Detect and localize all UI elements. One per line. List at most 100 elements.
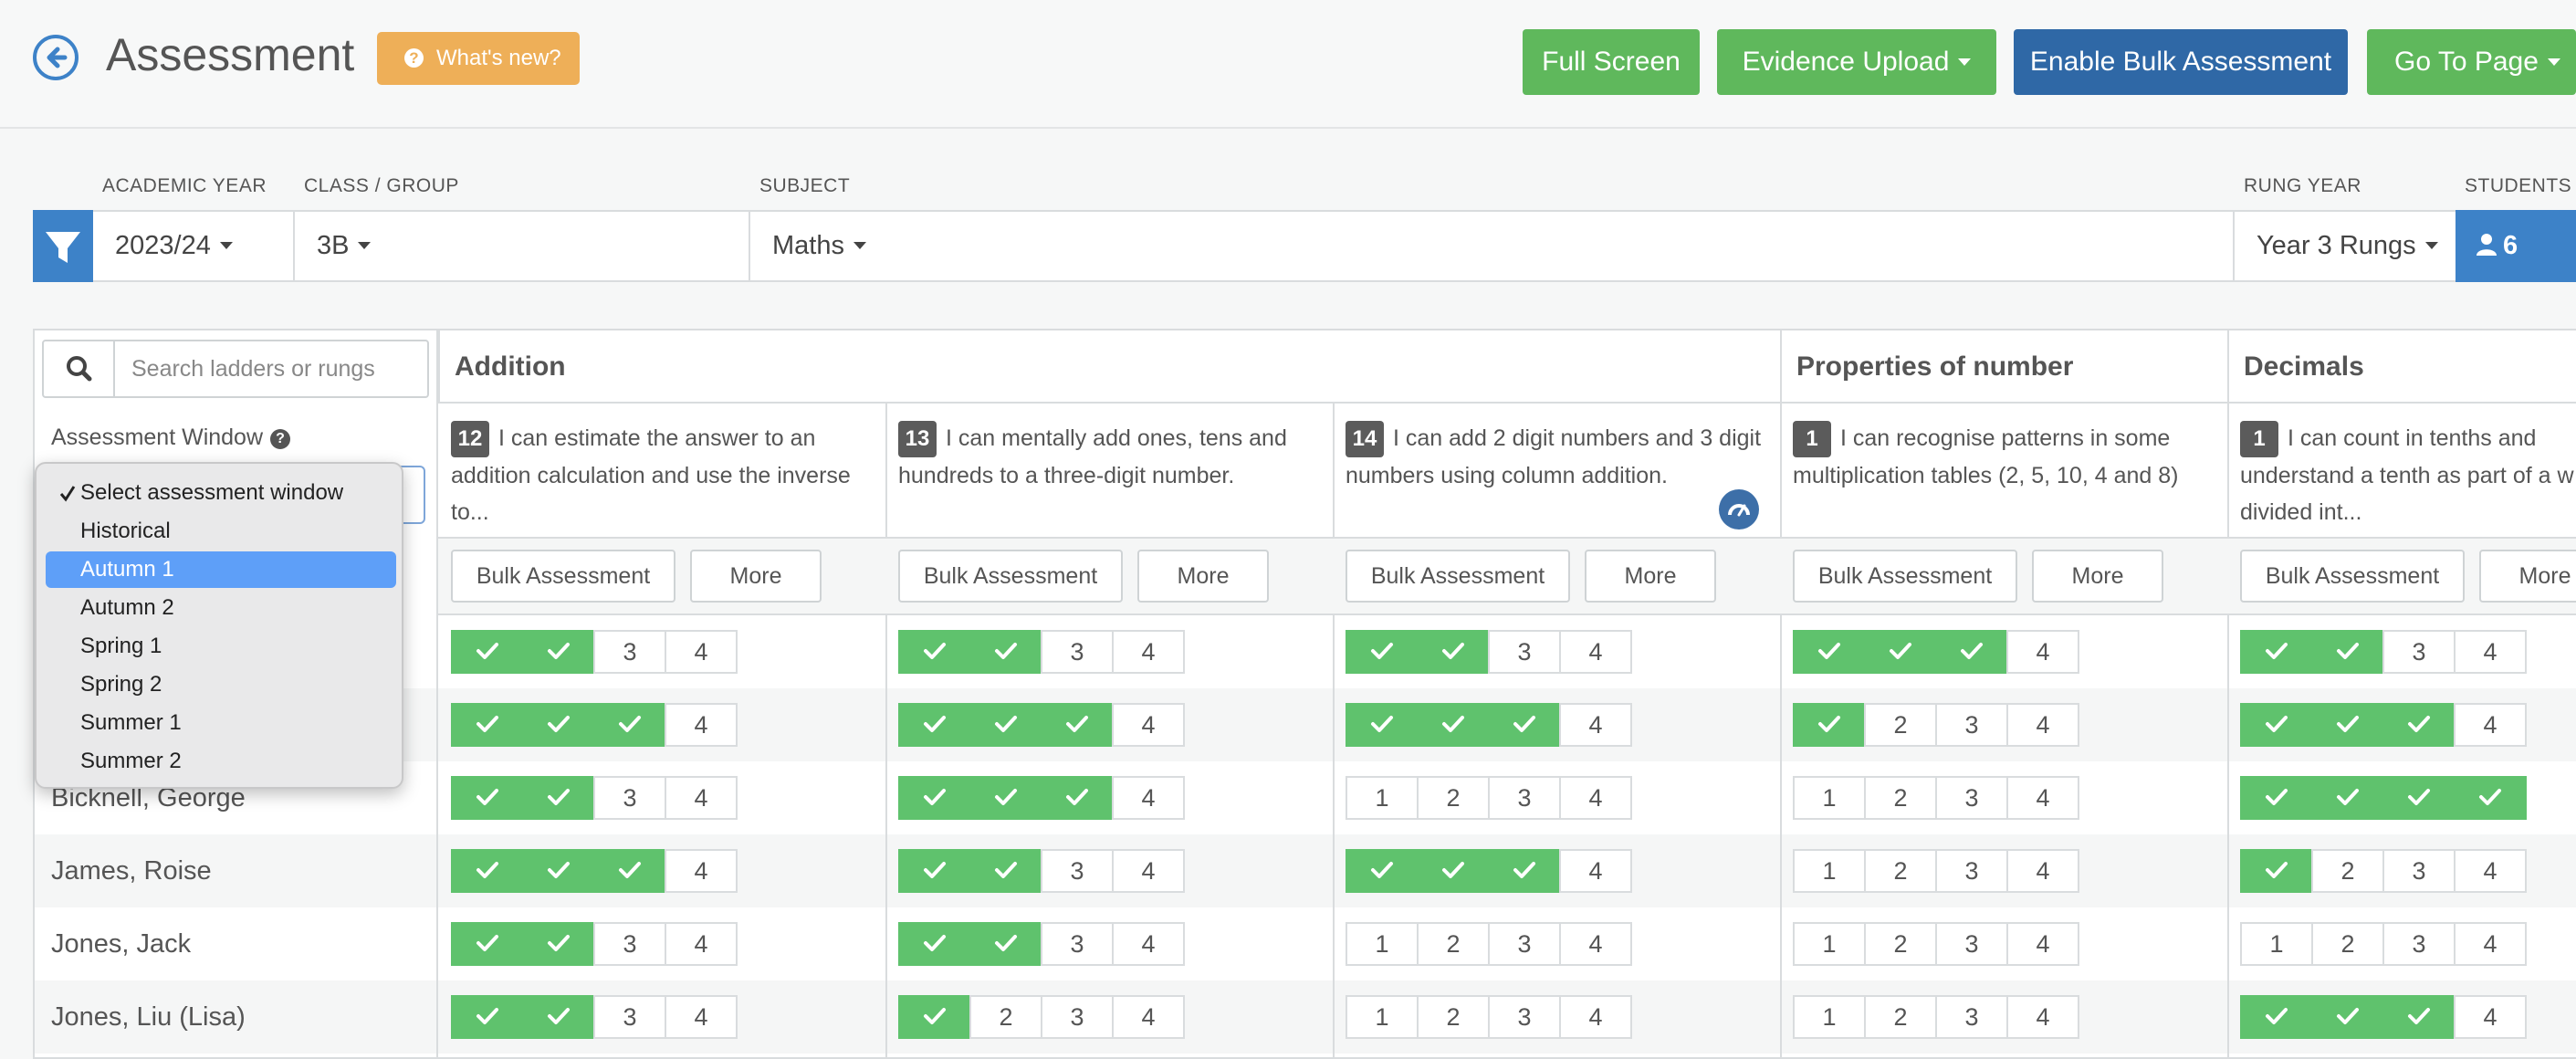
level-cell[interactable]: 4 [1559, 703, 1632, 747]
achieved-level-cell[interactable] [1041, 703, 1114, 747]
achieved-level-cell[interactable] [2311, 630, 2384, 674]
class-group-select[interactable]: 3B [293, 210, 749, 282]
level-cell[interactable]: 4 [665, 630, 738, 674]
achieved-level-cell[interactable] [2382, 703, 2456, 747]
level-cell[interactable]: 1 [1793, 849, 1866, 893]
student-name[interactable]: James, Roise [51, 853, 212, 889]
achieved-level-cell[interactable] [2240, 776, 2313, 820]
student-name[interactable]: Jones, Jack [51, 926, 191, 962]
level-cell[interactable]: 2 [2311, 849, 2384, 893]
level-cell[interactable]: 4 [665, 995, 738, 1039]
achieved-level-cell[interactable] [1793, 630, 1866, 674]
achieved-level-cell[interactable] [898, 776, 971, 820]
level-cell[interactable]: 3 [1488, 995, 1561, 1039]
achieved-level-cell[interactable] [451, 995, 524, 1039]
achieved-level-cell[interactable] [1417, 630, 1490, 674]
level-cell[interactable]: 3 [1041, 630, 1114, 674]
level-cell[interactable]: 1 [1793, 995, 1866, 1039]
level-cell[interactable]: 2 [969, 995, 1042, 1039]
achieved-level-cell[interactable] [522, 703, 595, 747]
help-icon[interactable]: ? [270, 429, 291, 449]
level-cell[interactable]: 4 [1112, 922, 1185, 966]
achieved-level-cell[interactable] [1935, 630, 2008, 674]
more-button[interactable]: More [1137, 550, 1269, 603]
level-cell[interactable]: 4 [1559, 922, 1632, 966]
student-name[interactable]: Jones, Liu (Lisa) [51, 999, 246, 1035]
level-cell[interactable]: 4 [2006, 630, 2079, 674]
achieved-level-cell[interactable] [969, 776, 1042, 820]
level-cell[interactable]: 2 [1417, 922, 1490, 966]
achieved-level-cell[interactable] [898, 630, 971, 674]
level-cell[interactable]: 1 [1793, 922, 1866, 966]
level-cell[interactable]: 1 [2240, 922, 2313, 966]
bulk-assessment-button[interactable]: Bulk Assessment [1793, 550, 2017, 603]
level-cell[interactable]: 4 [1112, 849, 1185, 893]
level-cell[interactable]: 2 [1417, 995, 1490, 1039]
go-to-page-button[interactable]: Go To Page [2367, 29, 2576, 95]
level-cell[interactable]: 1 [1346, 776, 1419, 820]
level-cell[interactable]: 4 [665, 776, 738, 820]
achieved-level-cell[interactable] [1417, 849, 1490, 893]
subject-select[interactable]: Maths [749, 210, 2233, 282]
achieved-level-cell[interactable] [451, 776, 524, 820]
achieved-level-cell[interactable] [1488, 849, 1561, 893]
rung-year-select[interactable]: Year 3 Rungs [2233, 210, 2456, 282]
level-cell[interactable]: 3 [593, 995, 666, 1039]
achieved-level-cell[interactable] [2311, 995, 2384, 1039]
achieved-level-cell[interactable] [1346, 849, 1419, 893]
bulk-assessment-button[interactable]: Bulk Assessment [898, 550, 1123, 603]
achieved-level-cell[interactable] [522, 776, 595, 820]
level-cell[interactable]: 2 [1864, 703, 1937, 747]
level-cell[interactable]: 4 [1559, 995, 1632, 1039]
search-box[interactable]: Search ladders or rungs [42, 340, 429, 398]
level-cell[interactable]: 4 [665, 849, 738, 893]
achieved-level-cell[interactable] [1864, 630, 1937, 674]
achieved-level-cell[interactable] [969, 849, 1042, 893]
level-cell[interactable]: 4 [1112, 703, 1185, 747]
level-cell[interactable]: 2 [1864, 849, 1937, 893]
achieved-level-cell[interactable] [1041, 776, 1114, 820]
back-button[interactable] [33, 35, 79, 80]
achieved-level-cell[interactable] [451, 703, 524, 747]
level-cell[interactable]: 3 [1041, 995, 1114, 1039]
achieved-level-cell[interactable] [898, 849, 971, 893]
level-cell[interactable]: 2 [1864, 995, 1937, 1039]
level-cell[interactable]: 4 [1559, 849, 1632, 893]
level-cell[interactable]: 2 [1864, 922, 1937, 966]
achieved-level-cell[interactable] [1417, 703, 1490, 747]
more-button[interactable]: More [1585, 550, 1716, 603]
level-cell[interactable]: 4 [1559, 630, 1632, 674]
achieved-level-cell[interactable] [2311, 776, 2384, 820]
full-screen-button[interactable]: Full Screen [1523, 29, 1700, 95]
level-cell[interactable]: 2 [1417, 776, 1490, 820]
achieved-level-cell[interactable] [969, 703, 1042, 747]
level-cell[interactable]: 1 [1346, 995, 1419, 1039]
level-cell[interactable]: 3 [593, 630, 666, 674]
achieved-level-cell[interactable] [969, 630, 1042, 674]
level-cell[interactable]: 4 [1112, 630, 1185, 674]
achieved-level-cell[interactable] [2382, 995, 2456, 1039]
achieved-level-cell[interactable] [593, 703, 666, 747]
achieved-level-cell[interactable] [2240, 995, 2313, 1039]
achieved-level-cell[interactable] [2240, 849, 2313, 893]
bulk-assessment-button[interactable]: Bulk Assessment [1346, 550, 1570, 603]
level-cell[interactable]: 4 [2006, 849, 2079, 893]
level-cell[interactable]: 3 [593, 922, 666, 966]
achieved-level-cell[interactable] [969, 922, 1042, 966]
achieved-level-cell[interactable] [1488, 703, 1561, 747]
filter-toggle[interactable] [33, 210, 93, 282]
whats-new-button[interactable]: ? What's new? [377, 32, 580, 85]
achieved-level-cell[interactable] [522, 922, 595, 966]
achieved-level-cell[interactable] [2311, 703, 2384, 747]
achieved-level-cell[interactable] [522, 630, 595, 674]
achieved-level-cell[interactable] [522, 995, 595, 1039]
search-button[interactable] [44, 341, 115, 396]
level-cell[interactable]: 4 [2006, 776, 2079, 820]
level-cell[interactable]: 1 [1793, 776, 1866, 820]
enable-bulk-assessment-button[interactable]: Enable Bulk Assessment [2014, 29, 2348, 95]
level-cell[interactable]: 3 [1935, 703, 2008, 747]
option-historical[interactable]: Historical [46, 513, 396, 550]
achieved-level-cell[interactable] [1346, 703, 1419, 747]
option-summer-1[interactable]: Summer 1 [46, 705, 396, 741]
achieved-level-cell[interactable] [898, 922, 971, 966]
